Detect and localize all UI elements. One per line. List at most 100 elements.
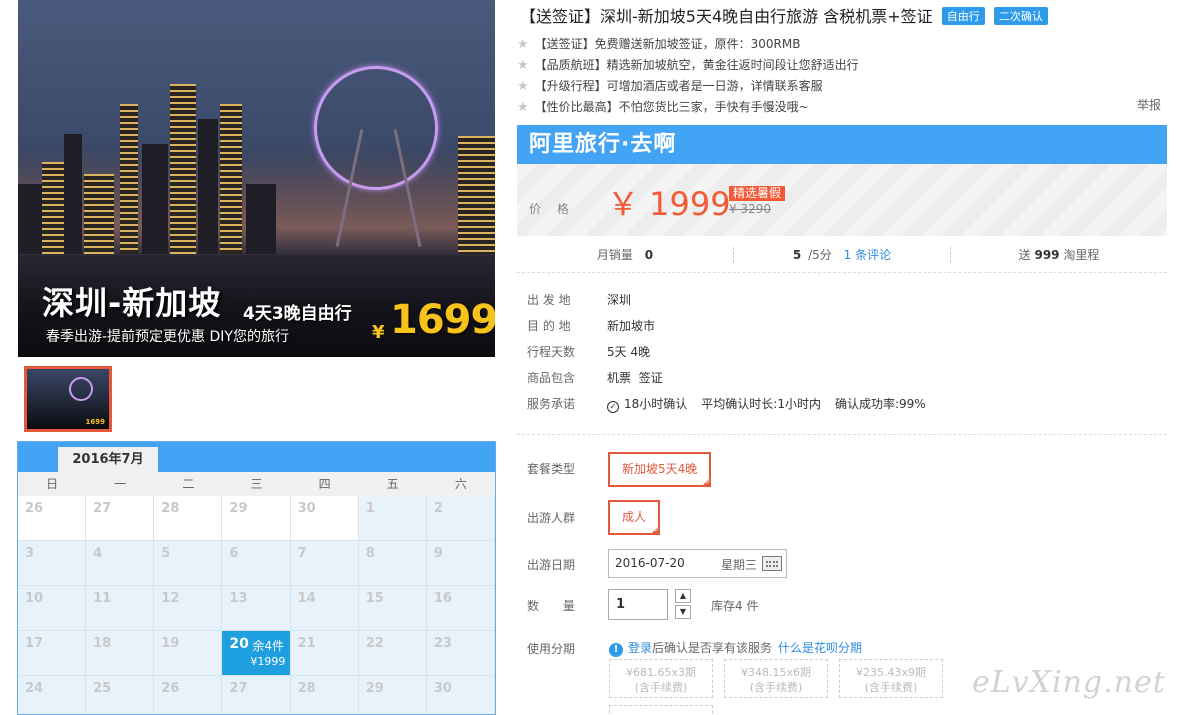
login-link[interactable]: 登录 bbox=[628, 641, 652, 655]
people-option-text: 成人 bbox=[622, 510, 647, 524]
calendar-day[interactable]: 29 bbox=[222, 496, 291, 541]
plan-amount: ¥681.65x3期 bbox=[626, 666, 696, 679]
calendar-day[interactable]: 7 bbox=[290, 541, 359, 586]
calendar-day[interactable]: 29 bbox=[358, 676, 427, 714]
instalment-info: ! 登录后确认是否享有该服务 什么是花呗分期 bbox=[609, 639, 862, 657]
calendar-day[interactable]: 24 bbox=[18, 676, 87, 714]
info-key: 目 的 地 bbox=[527, 319, 571, 333]
calendar-month-tab[interactable]: 2016年7月 bbox=[58, 447, 158, 472]
instalment-plan-3[interactable]: ¥681.65x3期 (含手续费) bbox=[609, 659, 713, 698]
instalment-plan-6[interactable]: ¥348.15x6期 (含手续费) bbox=[724, 659, 828, 698]
calendar-day[interactable]: 22 bbox=[358, 631, 427, 676]
package-option-selected[interactable]: 新加坡5天4晚 bbox=[608, 452, 712, 487]
day-stock: 余4件 bbox=[252, 639, 285, 653]
calendar-day[interactable]: 8 bbox=[358, 541, 427, 586]
promo-badge: 精选暑假 bbox=[729, 186, 786, 201]
weekday-label: 二 bbox=[182, 477, 195, 491]
huabei-help-link[interactable]: 什么是花呗分期 bbox=[778, 641, 862, 655]
calendar-day[interactable]: 25 bbox=[86, 676, 155, 714]
calendar-day[interactable]: 27 bbox=[222, 676, 291, 714]
instalment-plan-9[interactable]: ¥235.43x9期 (含手续费) bbox=[839, 659, 943, 698]
reviews-link[interactable]: 1 条评论 bbox=[844, 248, 891, 262]
calendar-day[interactable]: 27 bbox=[86, 496, 155, 541]
calendar-day[interactable]: 28 bbox=[290, 676, 359, 714]
calendar-day[interactable]: 9 bbox=[426, 541, 495, 586]
quantity-decrease-button[interactable]: ▼ bbox=[675, 605, 691, 619]
points-prefix: 送 bbox=[1018, 248, 1031, 262]
product-title-text: 【送签证】深圳-新加坡5天4晚自由行旅游 含税机票+签证 bbox=[520, 7, 933, 26]
calendar-day[interactable]: 10 bbox=[18, 586, 87, 631]
calendar-day-selected[interactable]: 20 余4件 ¥1999 bbox=[222, 631, 291, 676]
hero-tagline: 春季出游-提前预定更优惠 DIY您的旅行 bbox=[46, 329, 289, 345]
calendar-day[interactable]: 30 bbox=[290, 496, 359, 541]
calendar-day[interactable]: 12 bbox=[154, 586, 223, 631]
building bbox=[198, 119, 218, 254]
building bbox=[142, 144, 168, 254]
quantity-increase-button[interactable]: ▲ bbox=[675, 589, 691, 603]
main-product-image[interactable]: 深圳-新加坡 4天3晚自由行 春季出游-提前预定更优惠 DIY您的旅行 ¥ 16… bbox=[18, 0, 495, 357]
day-number: 9 bbox=[433, 546, 443, 561]
plan-note: (含手续费) bbox=[634, 681, 688, 694]
rating-suffix: /5分 bbox=[808, 248, 832, 262]
report-link[interactable]: 举报 bbox=[1137, 96, 1161, 113]
calendar-day[interactable]: 17 bbox=[18, 631, 87, 676]
calendar-day[interactable]: 6 bbox=[222, 541, 291, 586]
monthly-sales-value: 0 bbox=[644, 248, 654, 262]
day-number: 21 bbox=[297, 636, 316, 651]
instalment-label: 使用分期 bbox=[527, 642, 576, 656]
info-row-service: 服务承诺 ✓ 18小时确认 平均确认时长:1小时内 确认成功率:99% bbox=[527, 394, 926, 420]
thumbnail-2[interactable] bbox=[24, 366, 112, 432]
calendar-day[interactable]: 21 bbox=[290, 631, 359, 676]
calendar-day[interactable]: 13 bbox=[222, 586, 291, 631]
info-row-destination: 目 的 地 新加坡市 bbox=[527, 316, 926, 342]
instalment-plan-more[interactable] bbox=[609, 705, 713, 715]
day-number: 6 bbox=[229, 546, 239, 561]
hero-subtitle: 4天3晚自由行 bbox=[243, 304, 352, 324]
calendar-day[interactable]: 30 bbox=[426, 676, 495, 714]
calendar-day[interactable]: 28 bbox=[154, 496, 223, 541]
feature-item: ★ 【送签证】免费赠送新加坡签证，原件：300RMB bbox=[517, 34, 1167, 55]
info-row-departure: 出 发 地 深圳 bbox=[527, 290, 926, 316]
calendar-day[interactable]: 26 bbox=[18, 496, 87, 541]
calendar-icon[interactable] bbox=[762, 556, 782, 571]
weekday-label: 一 bbox=[114, 477, 127, 491]
day-number: 3 bbox=[25, 546, 35, 561]
calendar-day[interactable]: 11 bbox=[86, 586, 155, 631]
calendar-day[interactable]: 1 bbox=[358, 496, 427, 541]
day-number: 10 bbox=[25, 591, 44, 606]
weekday-label: 日 bbox=[46, 477, 59, 491]
calendar-day[interactable]: 3 bbox=[18, 541, 87, 586]
section-divider bbox=[517, 434, 1167, 435]
hero-price: 1699 bbox=[390, 297, 495, 343]
day-number: 2 bbox=[433, 501, 443, 516]
calendar-day[interactable]: 5 bbox=[154, 541, 223, 586]
day-price: ¥1999 bbox=[250, 655, 286, 668]
badge-reconfirm: 二次确认 bbox=[993, 7, 1048, 25]
date-input[interactable]: 2016-07-20 bbox=[608, 549, 787, 578]
quantity-input[interactable]: 1 bbox=[608, 589, 668, 620]
info-row-duration: 行程天数 5天 4晚 bbox=[527, 342, 926, 368]
calendar-day[interactable]: 18 bbox=[86, 631, 155, 676]
calendar-day[interactable]: 26 bbox=[154, 676, 223, 714]
calendar-day[interactable]: 4 bbox=[86, 541, 155, 586]
day-number: 11 bbox=[93, 591, 112, 606]
calendar-day[interactable]: 2 bbox=[426, 496, 495, 541]
feature-list: ★ 【送签证】免费赠送新加坡签证，原件：300RMB ★ 【品质航班】精选新加坡航空… bbox=[517, 34, 1167, 118]
weekday-label: 六 bbox=[454, 477, 467, 491]
people-option-selected[interactable]: 成人 bbox=[608, 500, 661, 535]
feature-text: 【品质航班】精选新加坡航空，黄金往返时间段让您舒适出行 bbox=[534, 58, 859, 72]
feature-item: ★ 【升级行程】可增加酒店或者是一日游，详情联系客服 bbox=[517, 76, 1167, 97]
watermark: eLvXing.net bbox=[972, 665, 1166, 700]
day-number: 4 bbox=[93, 546, 103, 561]
calendar-day[interactable]: 23 bbox=[426, 631, 495, 676]
brand-banner: 阿里旅行·去啊 bbox=[517, 125, 1167, 164]
points-suffix: 淘里程 bbox=[1063, 248, 1100, 262]
calendar-day[interactable]: 15 bbox=[358, 586, 427, 631]
calendar-header: 2016年7月 bbox=[18, 442, 495, 472]
original-price: ¥ 3290 bbox=[729, 202, 771, 216]
calendar-day[interactable]: 16 bbox=[426, 586, 495, 631]
calendar-day[interactable]: 19 bbox=[154, 631, 223, 676]
day-number: 7 bbox=[297, 546, 307, 561]
package-option-text: 新加坡5天4晚 bbox=[622, 462, 698, 476]
calendar-day[interactable]: 14 bbox=[290, 586, 359, 631]
